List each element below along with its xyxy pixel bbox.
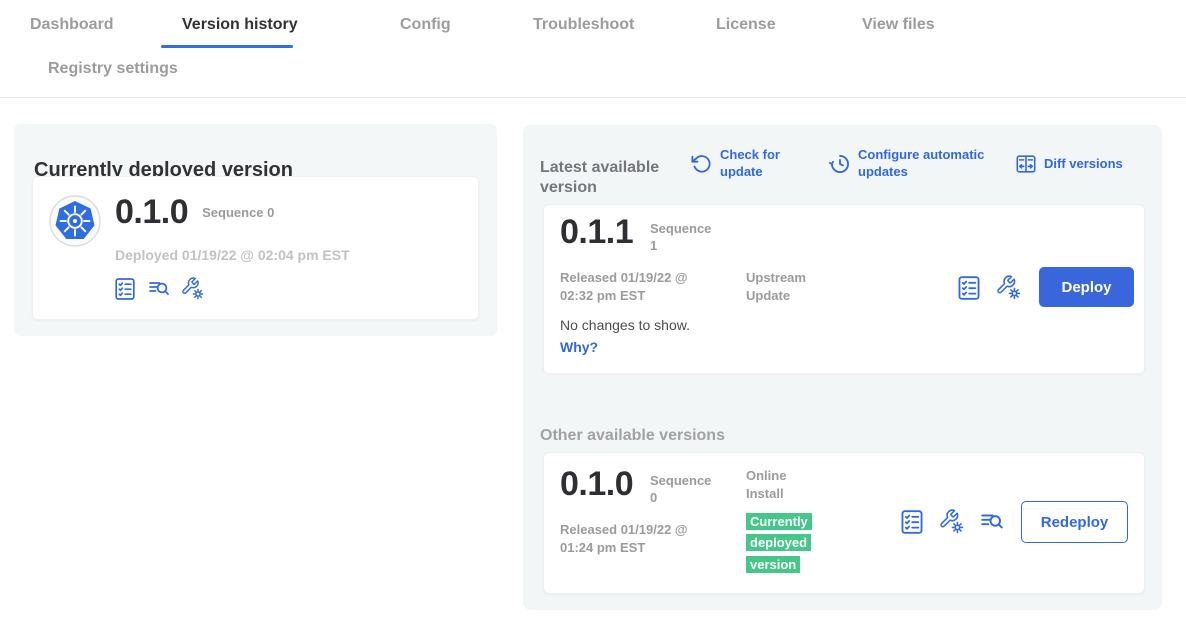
top-nav: Dashboard Version history Config Trouble…	[0, 0, 1186, 98]
latest-available-title: Latest available version	[540, 158, 665, 198]
active-tab-underline	[161, 45, 293, 48]
edit-config-icon[interactable]	[181, 277, 205, 301]
deployed-version-number: 0.1.0	[115, 195, 188, 229]
currently-deployed-badge-wrap: Currently deployed version	[746, 511, 824, 575]
configure-automatic-updates-link[interactable]: Configure automatic updates	[829, 147, 986, 181]
other-version-source: Online Install	[746, 467, 818, 502]
currently-deployed-badge: Currently deployed version	[746, 513, 812, 573]
check-for-update-link[interactable]: Check for update	[691, 147, 792, 181]
refresh-icon	[691, 153, 713, 175]
schedule-update-icon	[829, 153, 851, 175]
deploy-button[interactable]: Deploy	[1039, 267, 1134, 307]
tab-license[interactable]: License	[716, 16, 776, 34]
tab-version-history[interactable]: Version history	[182, 16, 298, 34]
other-version-number: 0.1.0	[560, 467, 633, 501]
latest-released-timestamp: Released 01/19/22 @ 02:32 pm EST	[560, 269, 710, 304]
tab-troubleshoot[interactable]: Troubleshoot	[533, 16, 634, 34]
diff-versions-link[interactable]: Diff versions	[1015, 153, 1123, 175]
tab-dashboard[interactable]: Dashboard	[30, 16, 114, 34]
latest-version-card: 0.1.1 Sequence 1 Released 01/19/22 @ 02:…	[543, 204, 1145, 374]
available-updates-panel: Latest available version Check for updat…	[523, 125, 1162, 610]
other-sequence-label: Sequence 0	[650, 473, 714, 507]
preflight-checks-icon[interactable]	[956, 275, 982, 301]
other-released-timestamp: Released 01/19/22 @ 01:24 pm EST	[560, 521, 710, 556]
other-version-card: 0.1.0 Sequence 0 Released 01/19/22 @ 01:…	[543, 452, 1145, 594]
tab-view-files[interactable]: View files	[862, 16, 935, 34]
why-link[interactable]: Why?	[560, 339, 598, 355]
check-for-update-label: Check for update	[720, 147, 792, 181]
deployed-sequence-label: Sequence 0	[202, 205, 274, 222]
edit-config-icon[interactable]	[939, 509, 965, 535]
preflight-checks-icon[interactable]	[899, 509, 925, 535]
kubernetes-logo-icon	[49, 195, 101, 247]
currently-deployed-card: Currently deployed version 0.1.0 Sequenc…	[14, 124, 497, 336]
configure-automatic-updates-label: Configure automatic updates	[858, 147, 986, 181]
view-logs-icon[interactable]	[979, 509, 1005, 535]
deployed-version-actions	[113, 277, 205, 301]
deployed-timestamp: Deployed 01/19/22 @ 02:04 pm EST	[115, 247, 350, 263]
deployed-version-card: 0.1.0 Sequence 0 Deployed 01/19/22 @ 02:…	[32, 176, 479, 320]
tab-registry-settings[interactable]: Registry settings	[48, 60, 178, 78]
latest-version-source: Upstream Update	[746, 269, 818, 304]
diff-versions-label: Diff versions	[1044, 156, 1123, 173]
preflight-checks-icon[interactable]	[113, 277, 137, 301]
latest-version-actions	[956, 275, 1022, 301]
other-available-versions-title: Other available versions	[540, 427, 725, 445]
other-version-actions	[899, 509, 1005, 535]
view-logs-icon[interactable]	[147, 277, 171, 301]
edit-config-icon[interactable]	[996, 275, 1022, 301]
tab-config[interactable]: Config	[400, 16, 451, 34]
redeploy-button[interactable]: Redeploy	[1021, 501, 1128, 543]
no-changes-note: No changes to show.	[560, 317, 690, 333]
latest-sequence-label: Sequence 1	[650, 221, 714, 255]
diff-icon	[1015, 153, 1037, 175]
latest-version-number: 0.1.1	[560, 215, 633, 249]
